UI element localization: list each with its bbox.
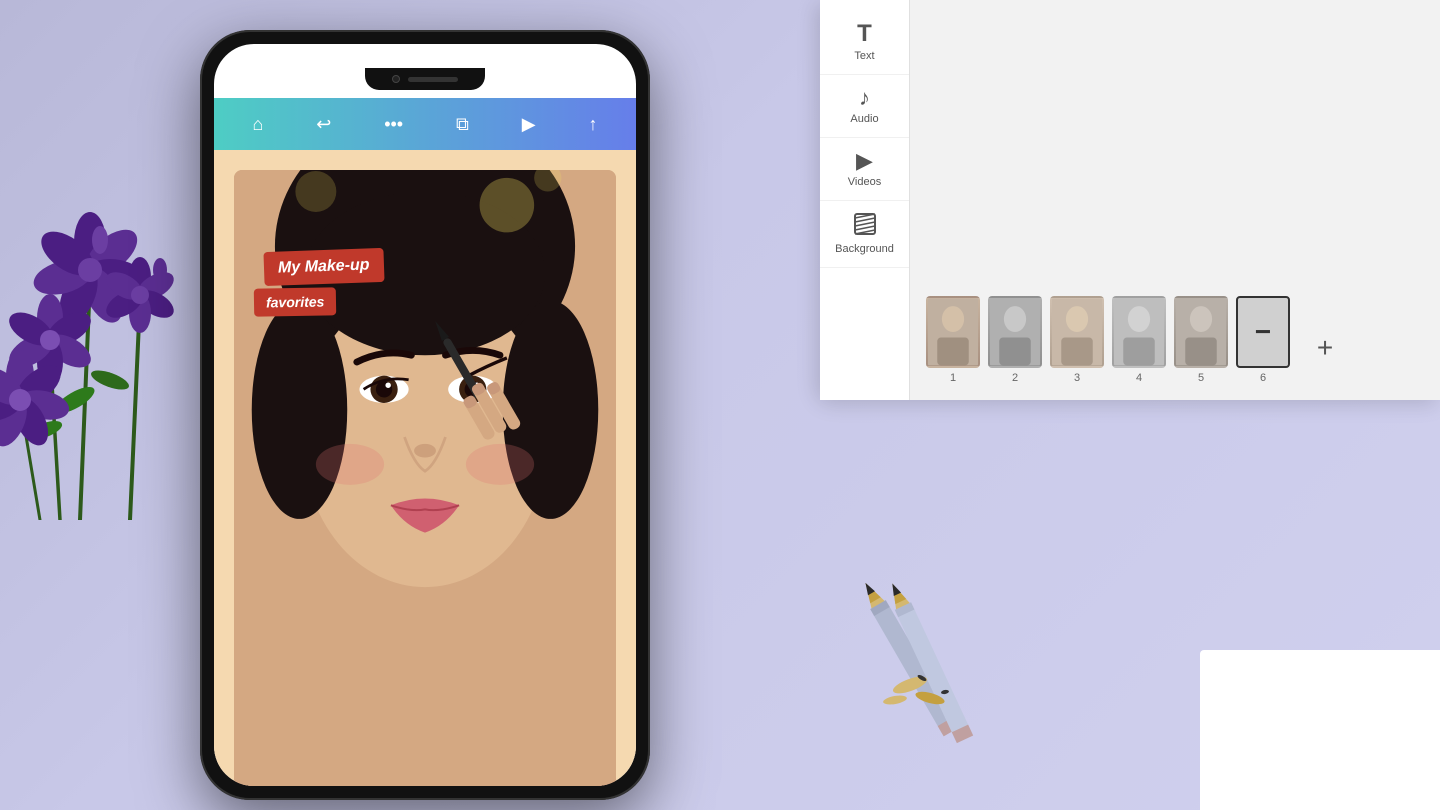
- thumbnail-2[interactable]: 2: [988, 296, 1042, 384]
- sticker-title: My Make-up: [263, 248, 384, 286]
- thumbnail-num-6: 6: [1260, 372, 1266, 384]
- thumbnail-num-5: 5: [1198, 372, 1204, 384]
- thumbnail-num-1: 1: [950, 372, 956, 384]
- thumbnail-box-3[interactable]: [1050, 296, 1104, 368]
- camera-icon: [392, 75, 400, 83]
- thumbnail-box-5[interactable]: [1174, 296, 1228, 368]
- sidebar-item-text[interactable]: T Text: [820, 10, 909, 75]
- videos-icon: ▶: [856, 150, 873, 172]
- phone-body: ⌂ ↩ ••• ⧉ ▶ ↑: [200, 30, 650, 800]
- thumbnail-num-2: 2: [1012, 372, 1018, 384]
- background-icon: [854, 213, 876, 239]
- app-toolbar: ⌂ ↩ ••• ⧉ ▶ ↑: [214, 98, 636, 150]
- thumbnail-num-3: 3: [1074, 372, 1080, 384]
- phone-content: My Make-up favorites: [214, 150, 636, 786]
- makeup-photo: My Make-up favorites: [234, 170, 616, 786]
- sidebar-item-audio[interactable]: ♪ Audio: [820, 75, 909, 138]
- minus-icon: −: [1255, 316, 1271, 348]
- phone-mockup: ⌂ ↩ ••• ⧉ ▶ ↑: [200, 30, 650, 800]
- home-icon[interactable]: ⌂: [252, 114, 263, 135]
- thumbnail-4[interactable]: 4: [1112, 296, 1166, 384]
- sidebar-text-label: Text: [854, 50, 874, 62]
- share-icon[interactable]: ↑: [588, 114, 597, 135]
- thumbnail-6[interactable]: − 6: [1236, 296, 1290, 384]
- thumbnail-row: 1 2: [926, 296, 1424, 384]
- phone-screen: ⌂ ↩ ••• ⧉ ▶ ↑: [214, 44, 636, 786]
- duplicate-icon[interactable]: ⧉: [456, 114, 469, 135]
- add-icon: +: [1298, 312, 1352, 384]
- add-slide-button[interactable]: +: [1298, 312, 1352, 384]
- thumbnail-box-1[interactable]: [926, 296, 980, 368]
- thumbnail-5[interactable]: 5: [1174, 296, 1228, 384]
- sidebar-item-videos[interactable]: ▶ Videos: [820, 138, 909, 201]
- editor-panel: T Text ♪ Audio ▶ Videos Background: [820, 0, 1440, 400]
- play-icon[interactable]: ▶: [522, 114, 536, 135]
- text-icon: T: [857, 22, 872, 46]
- thumbnail-box-2[interactable]: [988, 296, 1042, 368]
- undo-icon[interactable]: ↩: [316, 114, 331, 135]
- audio-icon: ♪: [859, 87, 870, 109]
- speaker-icon: [408, 77, 458, 82]
- more-icon[interactable]: •••: [384, 114, 403, 135]
- sidebar-videos-label: Videos: [848, 176, 881, 188]
- phone-notch: [365, 68, 485, 90]
- sticker-subtitle: favorites: [254, 287, 337, 316]
- thumbnail-3[interactable]: 3: [1050, 296, 1104, 384]
- thumbnail-box-6[interactable]: −: [1236, 296, 1290, 368]
- sidebar-audio-label: Audio: [850, 113, 878, 125]
- thumbnail-num-4: 4: [1136, 372, 1142, 384]
- paper-decoration: [1200, 650, 1440, 810]
- sidebar-background-label: Background: [835, 243, 894, 255]
- thumbnail-box-4[interactable]: [1112, 296, 1166, 368]
- tool-sidebar: T Text ♪ Audio ▶ Videos Background: [820, 0, 910, 400]
- sidebar-item-background[interactable]: Background: [820, 201, 909, 268]
- thumbnail-1[interactable]: 1: [926, 296, 980, 384]
- thumbnail-strip: 1 2: [910, 0, 1440, 400]
